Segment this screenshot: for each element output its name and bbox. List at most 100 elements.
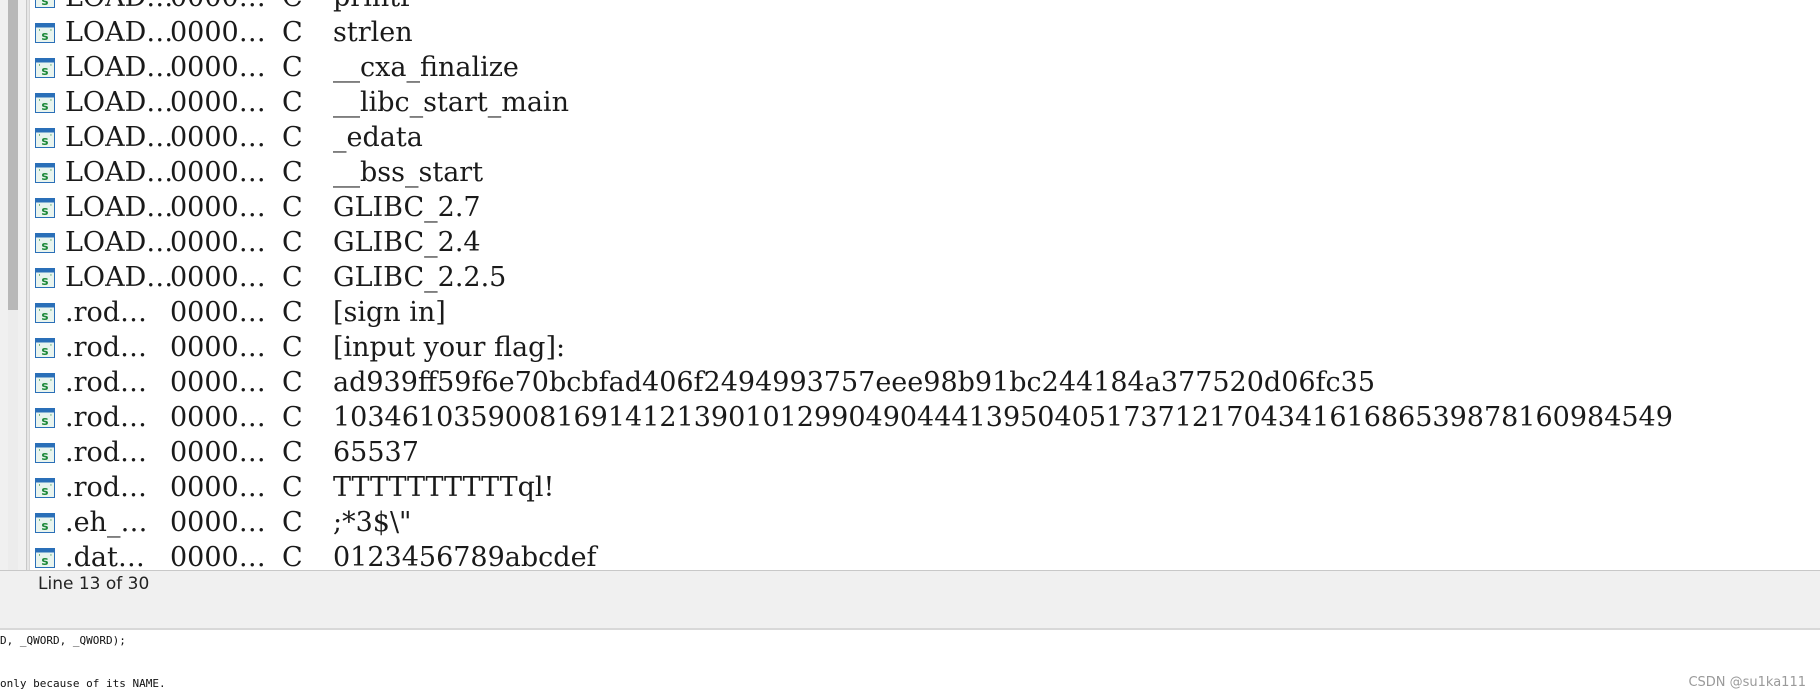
- string-value-cell: _edata: [333, 122, 423, 153]
- svg-text:': ': [50, 63, 52, 71]
- svg-text:s: s: [41, 274, 48, 288]
- svg-text:': ': [39, 273, 41, 281]
- type-cell: C: [282, 87, 303, 118]
- type-cell: C: [282, 227, 303, 258]
- string-row[interactable]: s ' ' LOAD… 0000… C GLIBC_2.7: [31, 190, 1820, 225]
- svg-text:s: s: [41, 134, 48, 148]
- section-cell: .rod…: [65, 437, 148, 468]
- svg-text:s: s: [41, 484, 48, 498]
- address-cell: 0000…: [170, 507, 266, 538]
- address-cell: 0000…: [170, 262, 266, 293]
- svg-text:': ': [50, 0, 52, 1]
- svg-text:': ': [39, 448, 41, 456]
- strings-list-body: s''LOAD…0000…Cprintfs''LOAD…0000…Cstrlen…: [31, 0, 1820, 570]
- string-value-cell: __libc_start_main: [333, 87, 569, 118]
- string-literal-icon: s' ': [35, 478, 55, 498]
- string-literal-icon: s' ': [35, 513, 55, 533]
- section-cell: LOAD…: [65, 192, 174, 223]
- svg-text:s: s: [41, 0, 48, 8]
- type-cell: C: [282, 52, 303, 83]
- svg-text:': ': [50, 343, 52, 351]
- svg-text:': ': [50, 168, 52, 176]
- svg-text:': ': [39, 238, 41, 246]
- section-cell: .rod…: [65, 367, 148, 398]
- string-row[interactable]: s ' ' .rod… 0000… C [sign in]: [31, 295, 1820, 330]
- string-row[interactable]: s ' ' LOAD… 0000… Cstrlen: [31, 15, 1820, 50]
- svg-text:': ': [50, 413, 52, 421]
- section-cell: .rod…: [65, 297, 148, 328]
- string-row[interactable]: s ' ' .eh_… 0000… C ;*3$\": [31, 505, 1820, 540]
- panel-divider-strip: [0, 596, 1820, 630]
- address-cell: 0000…: [170, 297, 266, 328]
- pane-splitter[interactable]: [26, 0, 30, 570]
- string-row[interactable]: s ' ' .rod… 0000… C [input your flag]:: [31, 330, 1820, 365]
- string-literal-icon: s' ': [35, 548, 55, 568]
- type-cell: C: [282, 472, 303, 503]
- svg-text:s: s: [41, 414, 48, 428]
- string-value-cell: ad939ff59f6e70bcbfad406f2494993757eee98b…: [333, 367, 1376, 398]
- section-cell: LOAD…: [65, 157, 174, 188]
- section-cell: .rod…: [65, 402, 148, 433]
- string-row[interactable]: s ' ' .rod… 0000… C 65537: [31, 435, 1820, 470]
- svg-text:s: s: [41, 379, 48, 393]
- string-literal-icon: s' ': [35, 163, 55, 183]
- output-line: only because of its NAME.: [0, 677, 166, 690]
- section-cell: .eh_…: [65, 507, 148, 538]
- type-cell: C: [282, 402, 303, 433]
- left-pane-scroll-thumb[interactable]: [8, 0, 18, 310]
- svg-text:': ': [39, 63, 41, 71]
- svg-text:': ': [39, 28, 41, 36]
- type-cell: C: [282, 332, 303, 363]
- string-row[interactable]: s ' ' .rod… 0000… C TTTTTTTTTTql!: [31, 470, 1820, 505]
- string-row[interactable]: s ' ' .dat… 0000… C 0123456789abcdef: [31, 540, 1820, 570]
- string-value-cell: __bss_start: [333, 157, 484, 188]
- string-value-cell: TTTTTTTTTTql!: [333, 472, 555, 503]
- section-cell: LOAD…: [65, 122, 174, 153]
- svg-text:': ': [50, 238, 52, 246]
- svg-text:s: s: [41, 344, 48, 358]
- string-row[interactable]: s ' ' .rod… 0000… Cad939ff59f6e70bcbfad406f24…: [31, 365, 1820, 400]
- type-cell: C: [282, 157, 303, 188]
- svg-text:': ': [39, 168, 41, 176]
- address-cell: 0000…: [170, 17, 266, 48]
- string-value-cell: GLIBC_2.7: [333, 192, 481, 223]
- string-value-cell: 1034610359008169141213901012990490444139…: [333, 402, 1673, 433]
- string-value-cell: [input your flag]:: [333, 332, 566, 363]
- output-panel[interactable]: D, _QWORD, _QWORD); only because of its …: [0, 631, 1820, 695]
- string-literal-icon: s' ': [35, 338, 55, 358]
- address-cell: 0000…: [170, 402, 266, 433]
- address-cell: 0000…: [170, 227, 266, 258]
- string-row[interactable]: s ' ' LOAD… 0000… C __bss_start: [31, 155, 1820, 190]
- type-cell: C: [282, 297, 303, 328]
- type-cell: C: [282, 507, 303, 538]
- strings-list-view[interactable]: s''LOAD…0000…Cprintfs''LOAD…0000…Cstrlen…: [31, 0, 1820, 570]
- svg-text:': ': [39, 378, 41, 386]
- address-cell: 0000…: [170, 542, 266, 570]
- string-row[interactable]: s ' ' LOAD… 0000… C _edata: [31, 120, 1820, 155]
- string-row[interactable]: s ' ' LOAD… 0000… C GLIBC_2.4: [31, 225, 1820, 260]
- svg-text:': ': [50, 133, 52, 141]
- string-value-cell: [sign in]: [333, 297, 446, 328]
- string-row[interactable]: s ' ' LOAD… 0000… C __libc_start_main: [31, 85, 1820, 120]
- svg-text:': ': [50, 273, 52, 281]
- string-row[interactable]: s ' ' LOAD… 0000… C __cxa_finalize: [31, 50, 1820, 85]
- svg-text:': ': [39, 518, 41, 526]
- svg-text:': ': [39, 483, 41, 491]
- svg-text:': ': [39, 553, 41, 561]
- address-cell: 0000…: [170, 437, 266, 468]
- svg-text:': ': [39, 343, 41, 351]
- string-row[interactable]: s ' ' LOAD… 0000… C GLIBC_2.2.5: [31, 260, 1820, 295]
- string-literal-icon: s' ': [35, 373, 55, 393]
- svg-text:': ': [50, 518, 52, 526]
- type-cell: C: [282, 17, 303, 48]
- type-cell: C: [282, 122, 303, 153]
- svg-text:s: s: [41, 239, 48, 253]
- string-row[interactable]: s ' ' .rod… 0000… C 10346103590081691412139010…: [31, 400, 1820, 435]
- svg-text:': ': [39, 308, 41, 316]
- address-cell: 0000…: [170, 157, 266, 188]
- svg-text:': ': [39, 413, 41, 421]
- string-row[interactable]: s' ' LOAD…0000… Cprintf: [31, 0, 1820, 15]
- string-value-cell: ;*3$\": [333, 507, 412, 538]
- string-value-cell: GLIBC_2.2.5: [333, 262, 507, 293]
- svg-text:': ': [50, 28, 52, 36]
